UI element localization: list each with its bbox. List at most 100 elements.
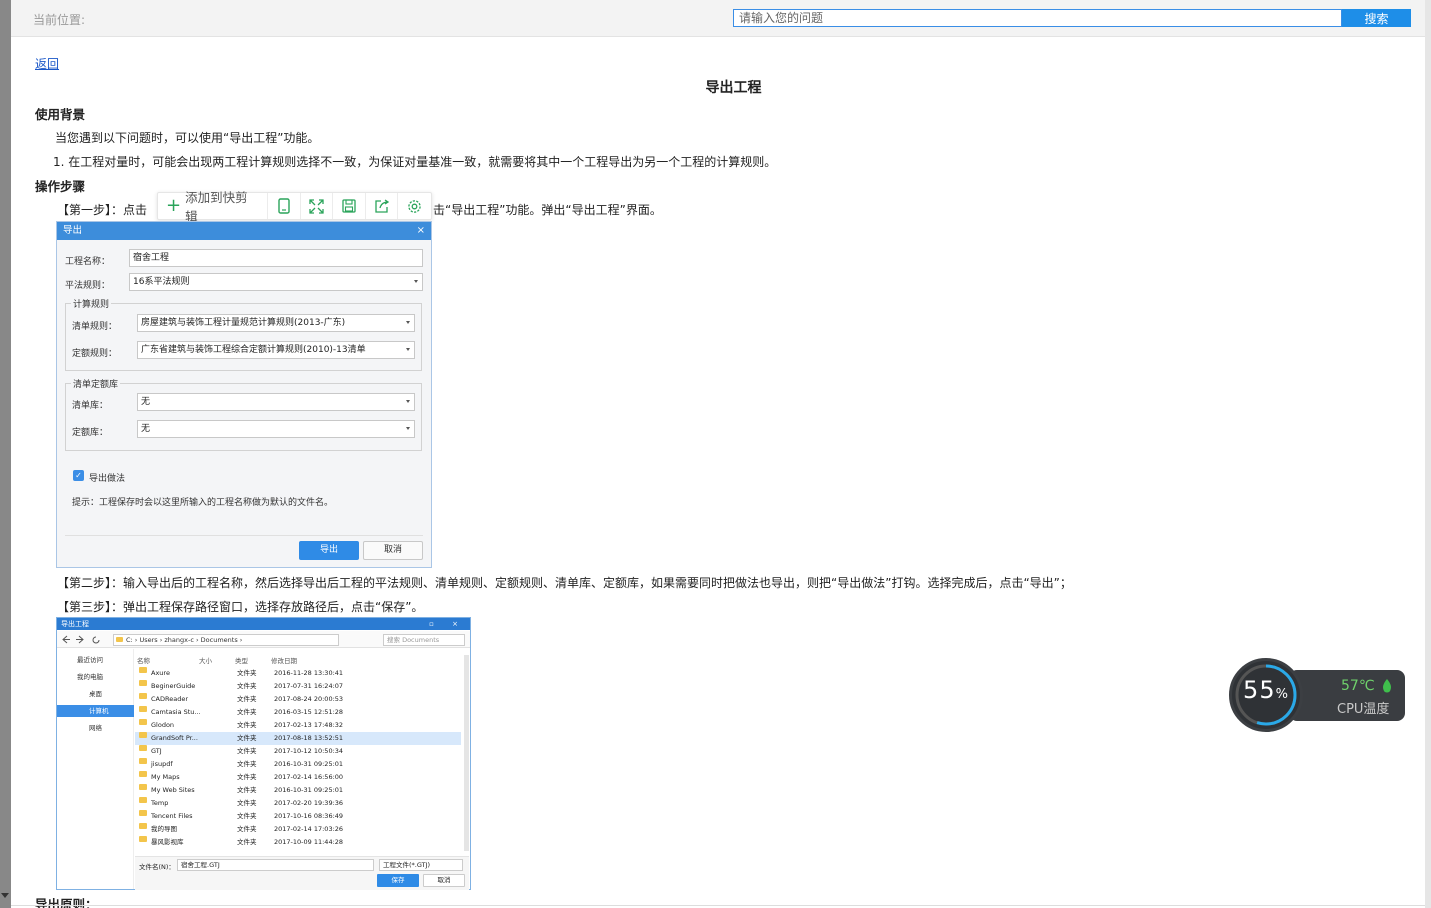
chevron-down-icon [414, 280, 418, 283]
file-type: 文件夹 [237, 721, 257, 729]
left-scroll-strip[interactable] [0, 0, 11, 908]
folder-icon [139, 797, 147, 803]
address-bar: C: › Users › zhangx-c › Documents › 搜索 D… [57, 631, 470, 648]
search-button[interactable]: 搜索 [1342, 9, 1411, 27]
file-date: 2017-07-31 16:24:07 [274, 682, 344, 690]
save-button: 保存 [377, 874, 419, 887]
file-row: 我的导图 文件夹 2017-02-14 17:03:26 [135, 823, 461, 836]
location-label: 当前位置: [33, 13, 86, 27]
save-dialog-title: 导出工程 [61, 620, 89, 628]
col-size: 大小 [199, 657, 212, 665]
dinge-rule-label: 定额规则： [72, 349, 118, 359]
folder-icon [139, 667, 147, 673]
save-icon[interactable] [333, 193, 366, 219]
share-icon[interactable] [366, 193, 399, 219]
file-name: 暴风影视库 [151, 838, 184, 846]
scroll-down-arrow-icon[interactable] [1, 893, 9, 898]
list-scrollbar [464, 655, 469, 851]
file-date: 2017-08-24 20:00:53 [274, 695, 344, 703]
add-to-clip-label: 添加到快剪辑 [185, 190, 248, 224]
nav-recent: 最近访问 [77, 656, 103, 664]
file-row: GTJ 文件夹 2017-10-12 10:50:34 [135, 745, 461, 758]
file-row: 暴风影视库 文件夹 2017-10-09 11:44:28 [135, 836, 461, 849]
folder-icon [139, 706, 147, 712]
save-cancel-button: 取消 [423, 874, 465, 887]
folder-icon [139, 823, 147, 829]
file-name: Tencent Files [151, 812, 193, 820]
dinge-rule-select: 广东省建筑与装饰工程综合定额计算规则(2010)-13清单 [137, 341, 415, 359]
export-dialog-title: 导出 [63, 225, 83, 236]
file-row: CADReader 文件夹 2017-08-24 20:00:53 [135, 693, 461, 706]
dinge-lib-label: 定额库： [72, 428, 109, 438]
file-type: 文件夹 [237, 708, 257, 716]
folder-icon [139, 745, 147, 751]
save-dialog-screenshot: 导出工程 ▫ × C: › Users › zhangx-c › Documen… [56, 617, 471, 890]
filetype-select: 工程文件(*.GTJ) [379, 859, 463, 871]
cancel-button: 取消 [363, 541, 423, 560]
right-scrollbar[interactable] [1425, 0, 1431, 908]
top-bar: 当前位置: 搜索 [11, 0, 1425, 37]
file-row: BeginerGuide 文件夹 2017-07-31 16:24:07 [135, 680, 461, 693]
chevron-down-icon [406, 427, 410, 430]
file-name: Temp [151, 799, 169, 807]
page-title: 导出工程 [705, 80, 762, 96]
cpu-temp-widget[interactable]: 55% 57℃ CPU温度 [1229, 658, 1405, 732]
chevron-down-icon [406, 348, 410, 351]
file-name: CADReader [151, 695, 188, 703]
cpu-percent-sign: % [1275, 687, 1289, 702]
cpu-temp-label: CPU温度 [1337, 702, 1390, 717]
settings-icon[interactable] [398, 193, 431, 219]
chevron-down-icon [406, 321, 410, 324]
file-type: 文件夹 [237, 669, 257, 677]
file-date: 2017-02-13 17:48:32 [274, 721, 344, 729]
folder-icon [139, 784, 147, 790]
phone-icon[interactable] [268, 193, 301, 219]
folder-search-box: 搜索 Documents [383, 634, 465, 646]
file-date: 2017-10-09 11:44:28 [274, 838, 344, 846]
export-method-label: 导出做法 [89, 474, 126, 484]
col-name: 名称 [137, 657, 150, 665]
folder-icon [139, 758, 147, 764]
qingdan-rule-label: 清单规则： [72, 322, 118, 332]
file-row: Camtasia Stu... 文件夹 2016-03-15 12:51:28 [135, 706, 461, 719]
pingfa-value: 16系平法规则 [133, 277, 190, 287]
file-date: 2016-10-31 09:25:01 [274, 786, 344, 794]
export-dialog-screenshot: 导出 × 工程名称： 宿舍工程 平法规则： 16系平法规则 计算规则 清单规则：… [56, 221, 432, 568]
qingdan-rule-select: 房屋建筑与装饰工程计量规范计算规则(2013-广东) [137, 314, 415, 332]
file-type: 文件夹 [237, 825, 257, 833]
cpu-temperature: 57℃ [1341, 678, 1375, 694]
step2-text: 【第二步】：输入导出后的工程名称，然后选择导出后工程的平法规则、清单规则、定额规… [57, 576, 1072, 590]
file-type: 文件夹 [237, 682, 257, 690]
file-row: My Web Sites 文件夹 2016-10-31 09:25:01 [135, 784, 461, 797]
cpu-percent-value: 55 [1243, 676, 1276, 704]
folder-icon [139, 810, 147, 816]
file-name: BeginerGuide [151, 682, 196, 690]
file-name: Camtasia Stu... [151, 708, 201, 716]
qingdan-lib-value: 无 [141, 397, 151, 407]
file-row: GrandSoft Pr... 文件夹 2017-08-18 13:52:51 [135, 732, 461, 745]
pingfa-label: 平法规则： [65, 281, 111, 291]
file-name: Axure [151, 669, 170, 677]
filename-field: 宿舍工程.GTJ [177, 859, 374, 871]
file-type: 文件夹 [237, 760, 257, 768]
background-item-1: 1. 在工程对量时，可能会出现两工程计算规则选择不一致，为保证对量基准一致，就需… [53, 155, 777, 169]
export-dialog-titlebar: 导出 × [57, 222, 431, 240]
file-row: Axure 文件夹 2016-11-28 13:30:41 [135, 667, 461, 680]
expand-icon[interactable] [301, 193, 334, 219]
file-date: 2016-11-28 13:30:41 [274, 669, 344, 677]
dinge-rule-value: 广东省建筑与装饰工程综合定额计算规则(2010)-13清单 [141, 345, 366, 355]
folder-icon [139, 693, 147, 699]
calc-rules-group-title: 计算规则 [71, 297, 112, 310]
add-to-clip-button[interactable]: + 添加到快剪辑 [158, 190, 268, 224]
page-root: 当前位置: 搜索 返回 导出工程 使用背景 当您遇到以下问题时，可以使用“导出工… [0, 0, 1431, 908]
search-input[interactable] [733, 9, 1342, 27]
qingdan-lib-label: 清单库： [72, 401, 109, 411]
file-list: 名称 大小 类型 修改日期 Axure 文件夹 2016-11-28 13:30:4… [135, 649, 469, 855]
folder-icon [139, 680, 147, 686]
window-buttons: ▫ × [429, 620, 466, 628]
file-date: 2017-02-14 16:56:00 [274, 773, 344, 781]
back-link[interactable]: 返回 [35, 55, 59, 72]
save-dialog-titlebar: 导出工程 ▫ × [57, 618, 470, 630]
nav-network: 网络 [89, 724, 102, 732]
file-date: 2017-02-20 19:39:36 [274, 799, 344, 807]
